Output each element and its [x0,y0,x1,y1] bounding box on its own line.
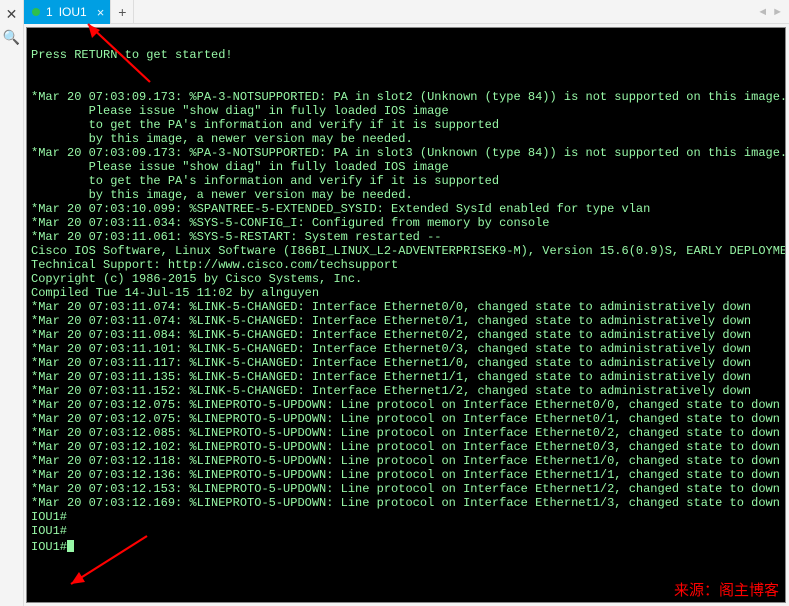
tab-nav: ◄ ► [757,0,789,23]
new-tab-button[interactable]: + [110,0,134,23]
tab-prev-icon[interactable]: ◄ [757,6,768,18]
tab-iou1[interactable]: 1 IOU1 × [24,0,110,24]
tab-index: 1 [46,5,53,19]
tab-strip: 1 IOU1 × + ◄ ► [24,0,789,24]
terminal-cursor [67,540,74,552]
close-icon[interactable]: ✕ [6,6,18,23]
tab-title: IOU1 [59,5,87,19]
left-toolbar: ✕ 🔍 [0,0,24,606]
terminal-output[interactable]: Press RETURN to get started! *Mar 20 07:… [26,27,786,603]
status-dot-icon [32,8,40,16]
tab-close-icon[interactable]: × [93,5,105,20]
tab-next-icon[interactable]: ► [772,6,783,18]
search-icon[interactable]: 🔍 [3,29,20,46]
